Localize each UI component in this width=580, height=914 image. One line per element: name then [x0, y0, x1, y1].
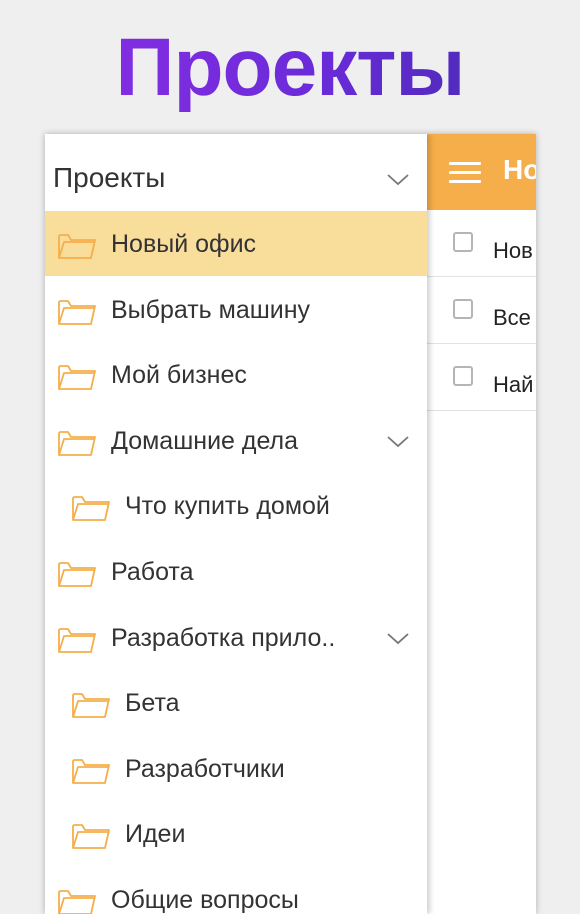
task-row[interactable]: Нов: [427, 210, 536, 277]
project-item[interactable]: Мой бизнес: [45, 342, 427, 407]
task-title: Все: [493, 305, 531, 330]
folder-icon: [57, 361, 97, 391]
task-list-panel: Но Нов Все Най: [427, 134, 536, 914]
folder-icon: [57, 624, 97, 654]
menu-icon[interactable]: [449, 162, 481, 184]
project-item[interactable]: Бета: [45, 670, 427, 735]
projects-dropdown[interactable]: Проекты: [45, 134, 427, 210]
chevron-down-icon[interactable]: [387, 632, 409, 645]
chevron-down-icon[interactable]: [387, 436, 409, 448]
project-item[interactable]: Новый офис: [45, 211, 427, 276]
folder-icon: [57, 296, 97, 326]
project-label: Мой бизнес: [111, 361, 247, 390]
folder-icon: [57, 427, 97, 457]
project-label: Работа: [111, 558, 194, 586]
project-label: Разработчики: [125, 754, 285, 783]
folder-icon: [57, 886, 97, 914]
folder-icon: [71, 755, 111, 785]
project-item[interactable]: Выбрать машину: [45, 277, 427, 342]
project-label: Выбрать машину: [111, 295, 311, 324]
project-label: Разработка прило..: [111, 623, 336, 652]
folder-icon: [57, 558, 97, 588]
project-label: Новый офис: [111, 230, 257, 258]
project-item[interactable]: Общие вопросы: [45, 867, 427, 914]
folder-icon: [71, 492, 111, 522]
drawer-title: Проекты: [53, 162, 166, 193]
project-item[interactable]: Разработка прило..: [45, 605, 427, 670]
task-checkbox[interactable]: [453, 366, 473, 386]
task-row[interactable]: Все: [427, 277, 536, 344]
toolbar-title: Но: [503, 154, 536, 185]
task-checkbox[interactable]: [453, 299, 473, 319]
chevron-down-icon[interactable]: [387, 174, 409, 186]
project-label: Бета: [125, 689, 180, 718]
banner-title: Проекты: [0, 18, 580, 118]
folder-icon: [57, 230, 97, 260]
project-item[interactable]: Идеи: [45, 801, 427, 866]
folder-icon: [71, 689, 111, 719]
project-item[interactable]: Что купить домой: [45, 473, 427, 538]
project-item[interactable]: Разработчики: [45, 736, 427, 801]
task-row[interactable]: Най: [427, 344, 536, 411]
project-label: Что купить домой: [125, 492, 330, 521]
task-title: Нов: [493, 238, 533, 263]
project-item[interactable]: Работа: [45, 539, 427, 604]
app-screen: Но Нов Все Най Проекты Новый офис Выбрать…: [45, 134, 536, 914]
project-label: Идеи: [125, 820, 186, 849]
toolbar: Но: [427, 134, 536, 210]
project-label: Домашние дела: [111, 426, 299, 455]
task-title: Най: [493, 372, 534, 397]
task-checkbox[interactable]: [453, 232, 473, 252]
project-label: Общие вопросы: [111, 886, 299, 914]
project-drawer: Проекты Новый офис Выбрать машину Мой бизн…: [45, 134, 427, 914]
project-item[interactable]: Домашние дела: [45, 408, 427, 473]
folder-icon: [71, 820, 111, 850]
